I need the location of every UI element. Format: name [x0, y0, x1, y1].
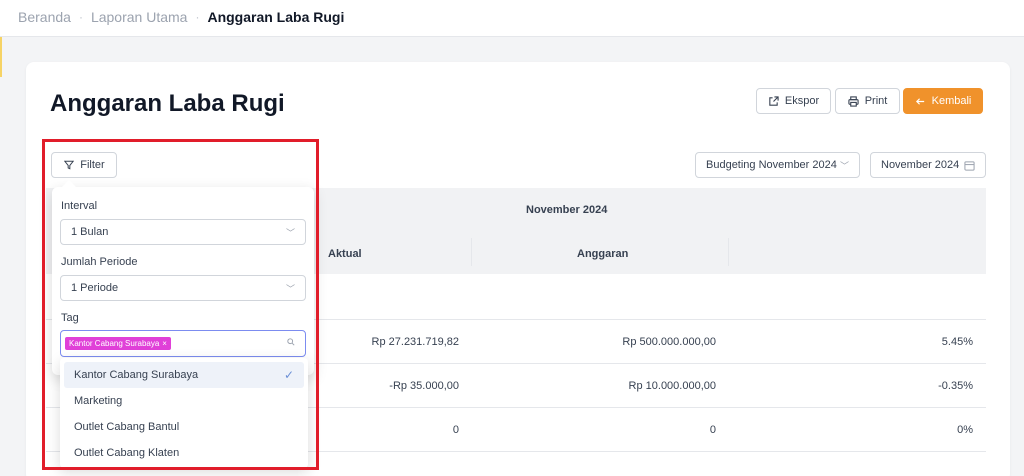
budget-select-value: Budgeting November 2024	[706, 159, 837, 171]
periods-value: 1 Periode	[71, 282, 119, 294]
column-divider	[728, 238, 729, 266]
interval-label: Interval	[61, 200, 98, 212]
filter-label: Filter	[80, 159, 105, 171]
tag-option-label: Kantor Cabang Surabaya	[74, 369, 199, 381]
tag-options-list: Kantor Cabang Surabaya ✓ Marketing Outle…	[60, 358, 308, 468]
export-button[interactable]: Ekspor	[756, 88, 831, 114]
tag-option-label: Marketing	[74, 395, 123, 407]
breadcrumb-home[interactable]: Beranda	[18, 9, 71, 25]
interval-select[interactable]: 1 Bulan ﹀	[60, 219, 306, 245]
print-label: Print	[864, 95, 888, 107]
table-cell-percent: 0%	[957, 424, 973, 436]
arrow-left-icon	[915, 95, 927, 107]
back-label: Kembali	[931, 95, 972, 107]
chevron-down-icon: ﹀	[285, 227, 295, 238]
table-cell-actual: 0	[452, 424, 459, 436]
tag-chip: Kantor Cabang Surabaya ×	[65, 337, 171, 350]
table-cell-actual: -Rp 35.000,00	[389, 380, 459, 392]
tag-chip-label: Kantor Cabang Surabaya	[69, 339, 160, 348]
accent-strip	[0, 37, 2, 77]
export-icon	[768, 95, 780, 107]
chevron-down-icon: ﹀	[839, 160, 849, 171]
page-title: Anggaran Laba Rugi	[50, 90, 285, 117]
table-cell-budget: Rp 10.000.000,00	[628, 380, 716, 392]
breadcrumb-parent[interactable]: Laporan Utama	[91, 9, 188, 25]
filter-button[interactable]: Filter	[51, 152, 117, 178]
breadcrumb-current: Anggaran Laba Rugi	[207, 9, 345, 25]
table-period-header: November 2024	[526, 204, 608, 216]
tag-option-label: Outlet Cabang Klaten	[74, 447, 180, 459]
breadcrumb-separator: ·	[195, 10, 200, 24]
interval-value: 1 Bulan	[71, 226, 109, 238]
close-icon[interactable]: ×	[162, 339, 167, 348]
breadcrumb-separator: ·	[78, 10, 83, 24]
column-header-budget: Anggaran	[577, 248, 629, 260]
tag-option[interactable]: Kantor Cabang Surabaya ✓	[64, 362, 304, 388]
chevron-down-icon: ﹀	[285, 283, 295, 294]
filter-panel-arrow	[62, 180, 76, 187]
check-icon: ✓	[283, 368, 294, 382]
table-cell-budget: Rp 500.000.000,00	[622, 336, 716, 348]
tag-option[interactable]: Outlet Cabang Bantul	[64, 414, 304, 440]
table-cell-actual: Rp 27.231.719,82	[371, 336, 459, 348]
back-button[interactable]: Kembali	[903, 88, 983, 114]
column-header-actual: Aktual	[328, 248, 362, 260]
tag-input[interactable]: Kantor Cabang Surabaya ×	[60, 330, 306, 357]
periods-select[interactable]: 1 Periode ﹀	[60, 275, 306, 301]
filter-icon	[63, 159, 75, 171]
print-button[interactable]: Print	[835, 88, 900, 114]
month-picker[interactable]: November 2024	[870, 152, 986, 178]
budget-select[interactable]: Budgeting November 2024 ﹀	[695, 152, 860, 178]
printer-icon	[848, 95, 860, 107]
export-label: Ekspor	[784, 95, 820, 107]
table-cell-percent: -0.35%	[938, 380, 973, 392]
column-divider	[471, 238, 472, 266]
table-cell-percent: 5.45%	[941, 336, 973, 348]
breadcrumb: Beranda · Laporan Utama · Anggaran Laba …	[18, 9, 344, 25]
periods-label: Jumlah Periode	[61, 256, 138, 268]
month-picker-value: November 2024	[881, 159, 960, 171]
table-cell-budget: 0	[709, 424, 716, 436]
tag-label: Tag	[61, 312, 79, 324]
tag-option-label: Outlet Cabang Bantul	[74, 421, 180, 433]
search-icon	[287, 338, 295, 349]
tag-option[interactable]: Marketing	[64, 388, 304, 414]
calendar-icon	[963, 159, 975, 171]
tag-option[interactable]: Outlet Cabang Klaten	[64, 440, 304, 466]
